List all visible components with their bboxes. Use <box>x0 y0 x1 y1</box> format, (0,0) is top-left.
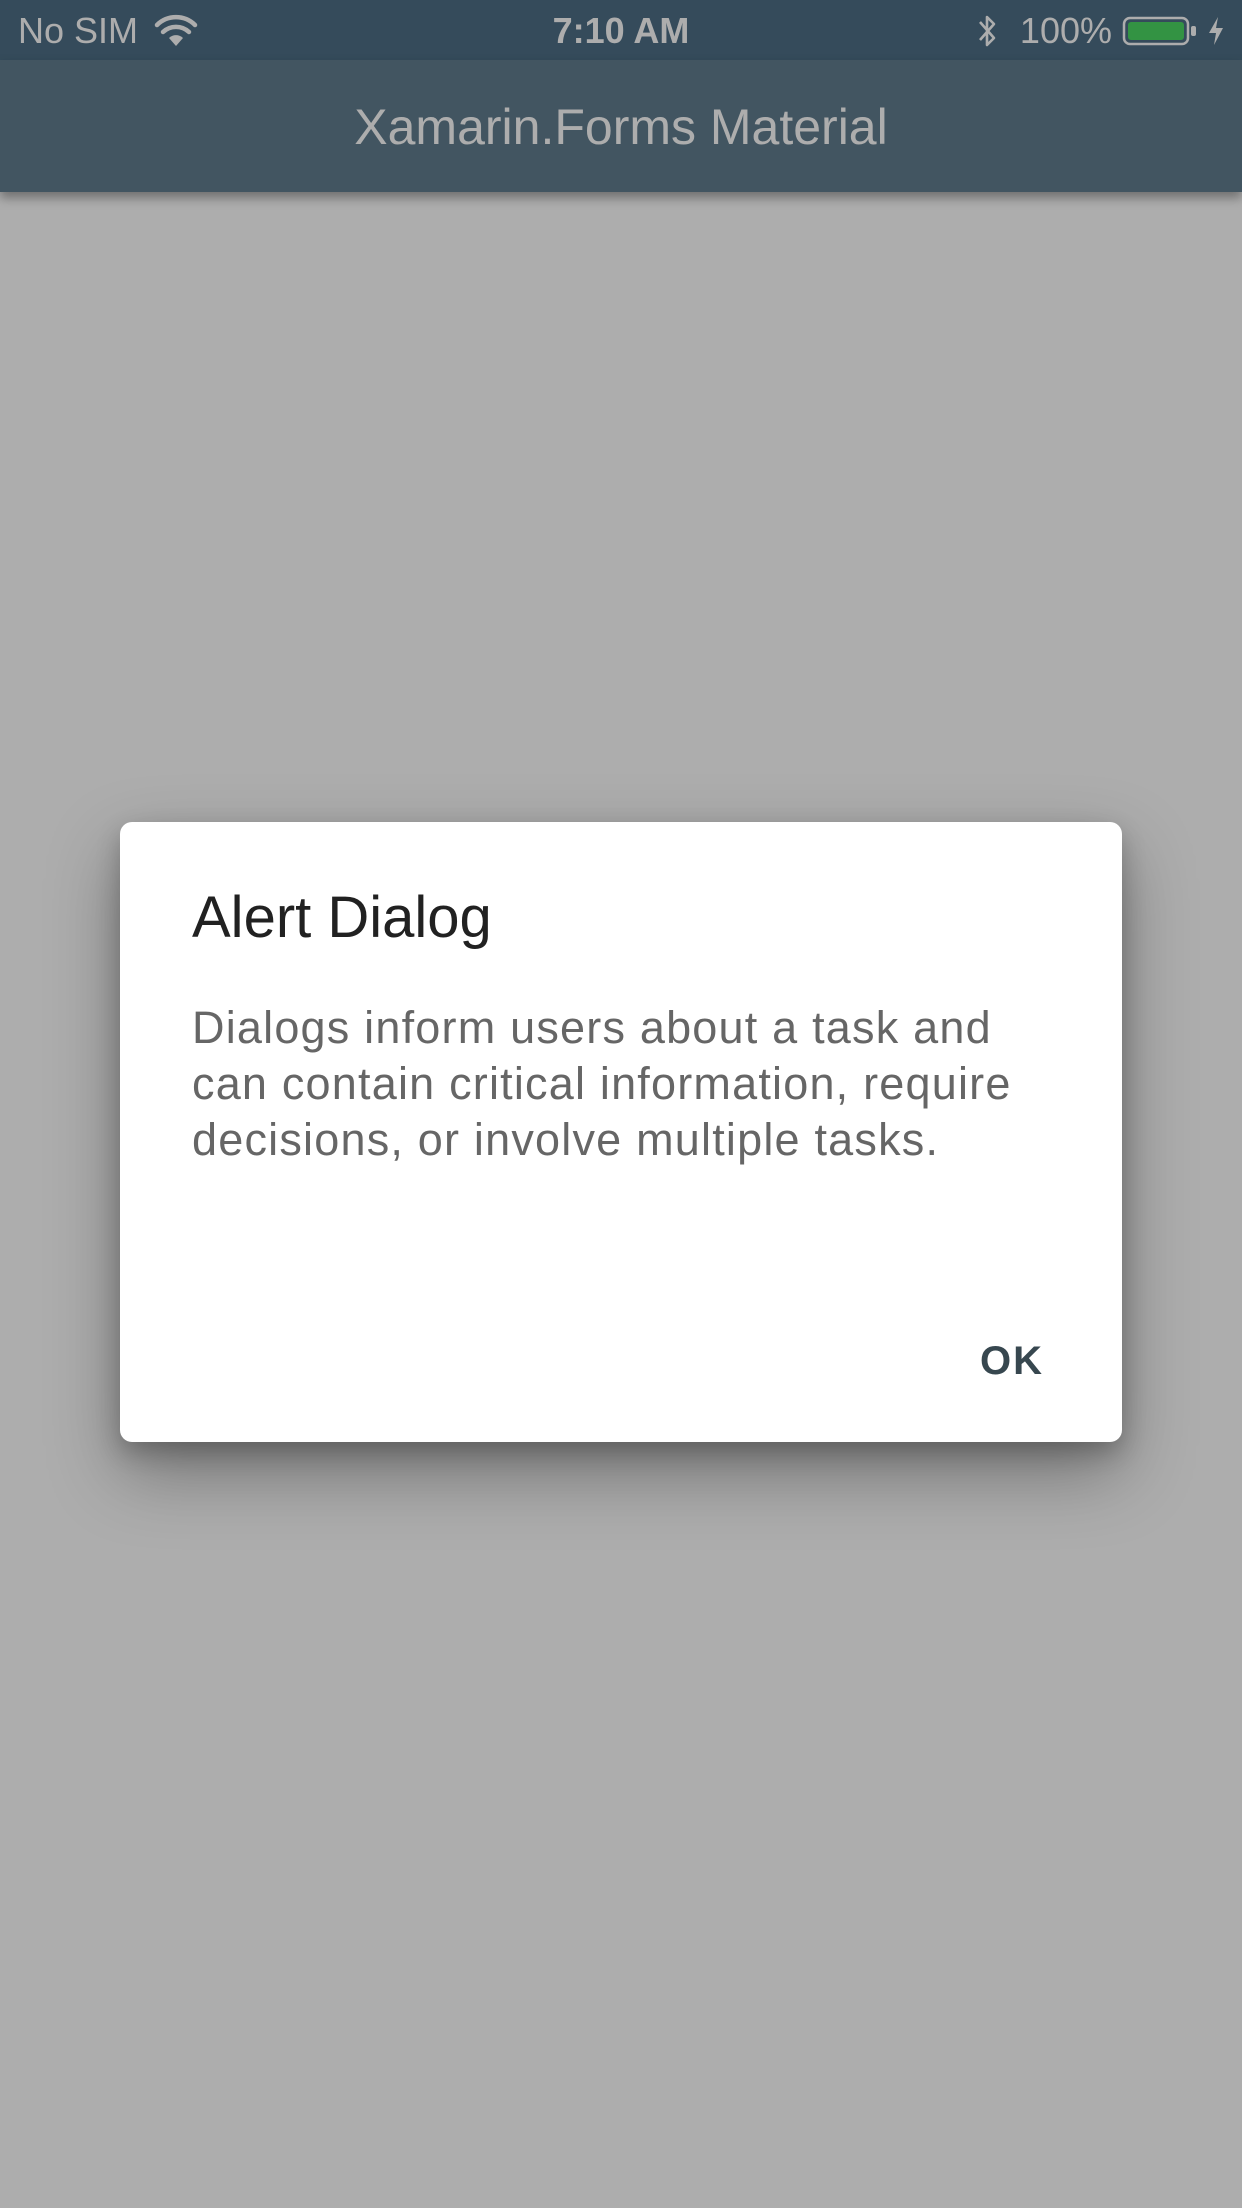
dialog-actions: OK <box>954 1321 1070 1402</box>
dialog-title: Alert Dialog <box>192 885 492 950</box>
alert-dialog: Alert Dialog Dialogs inform users about … <box>120 822 1122 1442</box>
dialog-message: Dialogs inform users about a task and ca… <box>192 1002 1012 1165</box>
ok-button[interactable]: OK <box>954 1321 1070 1402</box>
screen: No SIM 7:10 AM 100% Xamarin.Forms Materi… <box>0 0 1242 2208</box>
